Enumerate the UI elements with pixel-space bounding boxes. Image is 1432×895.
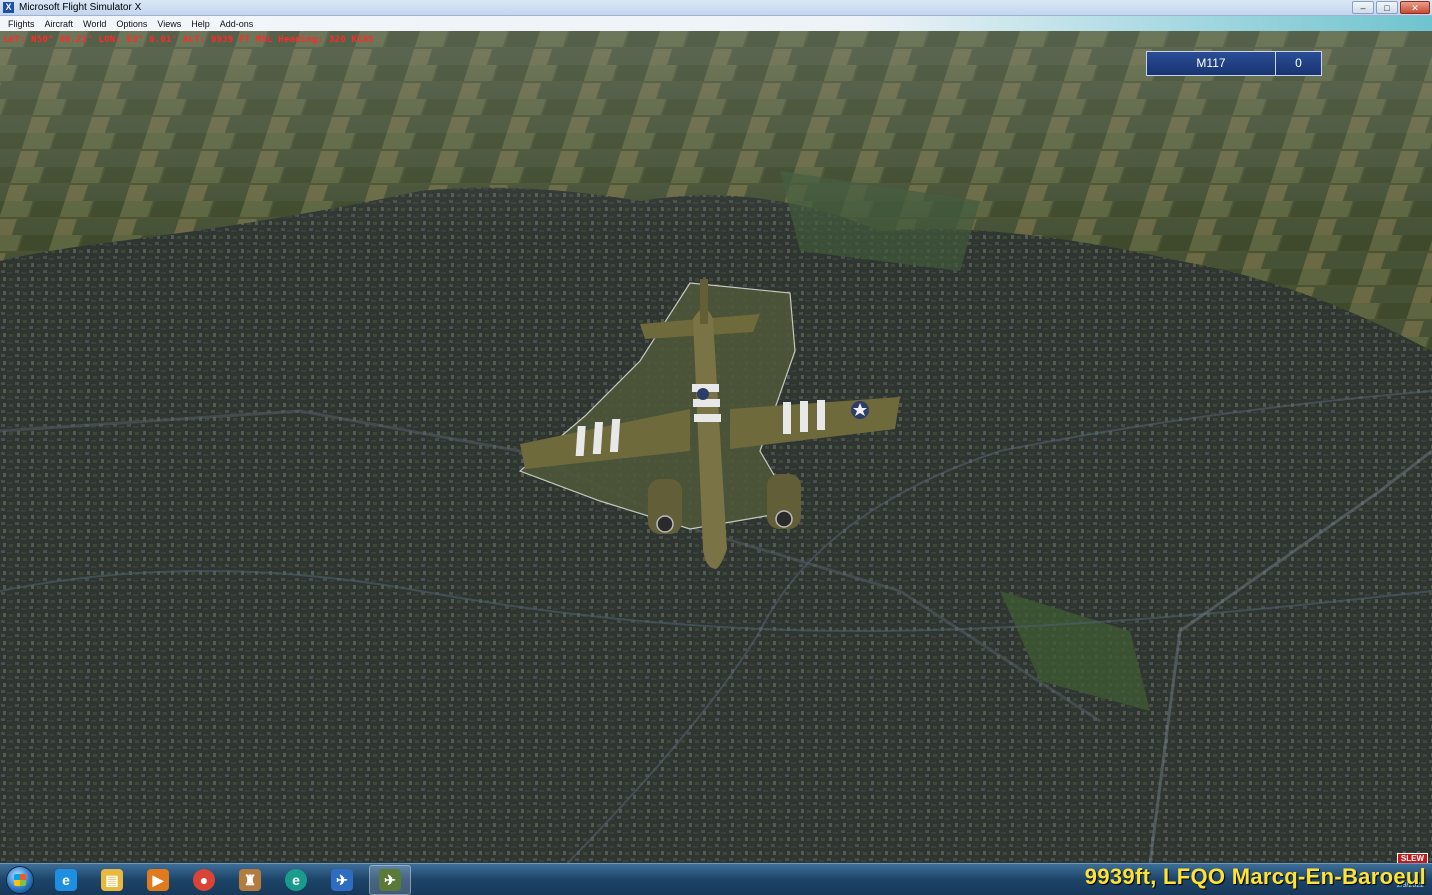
maximize-button[interactable]: □: [1376, 1, 1398, 14]
folder-icon: ▤: [101, 869, 123, 891]
flight-viewport[interactable]: [0, 31, 1432, 863]
taskbar-media-player[interactable]: ▶: [139, 866, 177, 894]
taskbar-fsx[interactable]: ✈: [369, 865, 411, 895]
player-callsign: M117: [1147, 52, 1276, 75]
taskbar-internet-explorer[interactable]: e: [47, 866, 85, 894]
fsx-app-icon[interactable]: X: [3, 2, 14, 13]
menu-addons[interactable]: Add-ons: [220, 19, 254, 29]
internet-explorer-icon: e: [55, 869, 77, 891]
taskbar-file-explorer[interactable]: ▤: [93, 866, 131, 894]
airplane-icon: ✈: [331, 869, 353, 891]
minimize-button[interactable]: –: [1352, 1, 1374, 14]
fsx-taskbar-icon: ✈: [379, 869, 401, 891]
menu-aircraft[interactable]: Aircraft: [45, 19, 74, 29]
taskbar-flight-planner[interactable]: ✈: [323, 866, 361, 894]
window-title: Microsoft Flight Simulator X: [19, 2, 141, 13]
taskbar-edge[interactable]: e: [277, 866, 315, 894]
media-player-icon: ▶: [147, 869, 169, 891]
coordinates-readout: LAT: N50° 40.21' LON: E3° 6.01' ALT: 993…: [3, 35, 374, 45]
location-label: 9939ft, LFQO Marcq-En-Baroeul: [1085, 864, 1426, 890]
edge-icon: e: [285, 869, 307, 891]
multiplayer-panel[interactable]: M117 0: [1146, 51, 1322, 76]
menu-options[interactable]: Options: [116, 19, 147, 29]
menu-bar: Flights Aircraft World Options Views Hel…: [0, 16, 1432, 31]
taskbar-app-castle[interactable]: ♜: [231, 866, 269, 894]
menu-flights[interactable]: Flights: [8, 19, 35, 29]
menu-help[interactable]: Help: [191, 19, 210, 29]
title-bar: X Microsoft Flight Simulator X – □ ✕: [0, 0, 1432, 16]
menu-world[interactable]: World: [83, 19, 106, 29]
player-count: 0: [1276, 52, 1321, 75]
start-button[interactable]: [3, 865, 37, 895]
castle-icon: ♜: [239, 869, 261, 891]
windows-logo-icon: [6, 866, 34, 894]
aircraft-b26: [515, 279, 905, 569]
taskbar-chrome[interactable]: ●: [185, 866, 223, 894]
menu-views[interactable]: Views: [157, 19, 181, 29]
window-controls: – □ ✕: [1352, 1, 1430, 15]
chrome-icon: ●: [193, 869, 215, 891]
close-button[interactable]: ✕: [1400, 1, 1430, 14]
